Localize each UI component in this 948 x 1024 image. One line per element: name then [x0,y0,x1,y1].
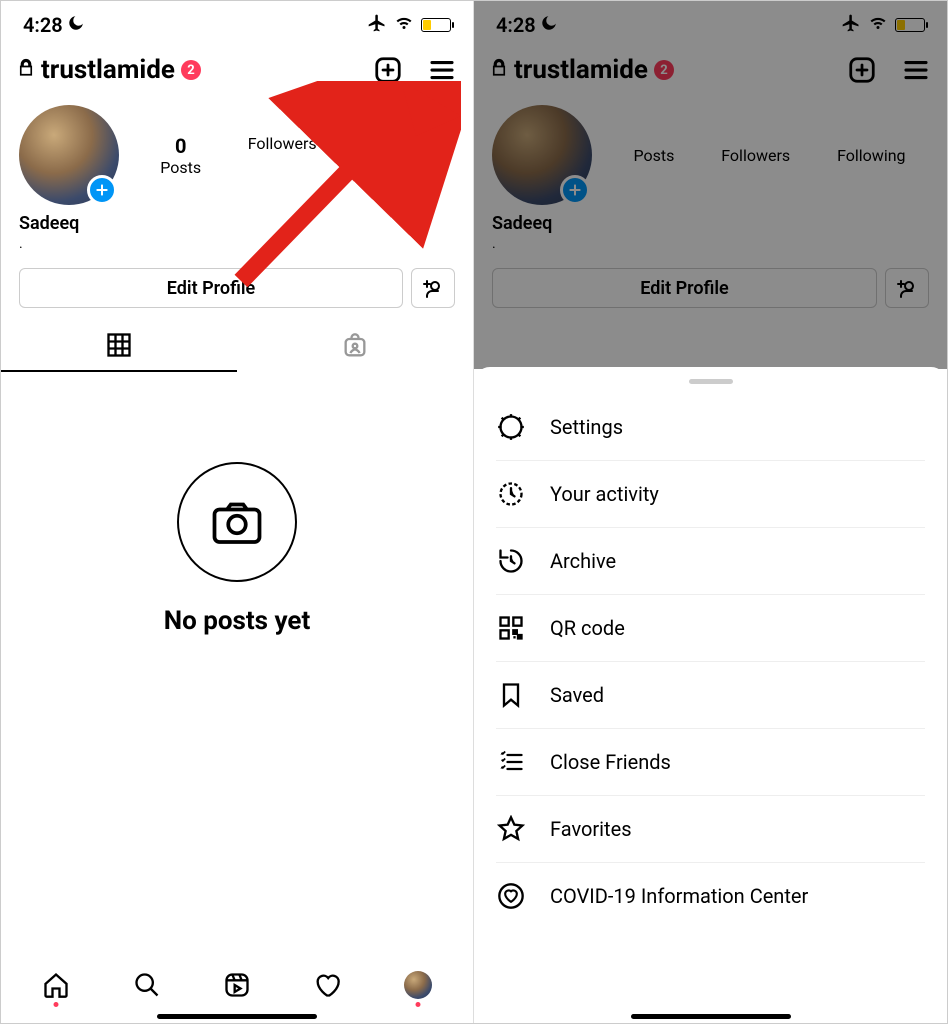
menu-qrcode[interactable]: QR code [496,595,925,662]
nav-search[interactable] [133,971,161,999]
no-posts-label: No posts yet [164,606,311,636]
tab-grid[interactable] [1,320,237,372]
display-name: Sadeeq [474,209,947,236]
status-bar: 4:28 [1,1,473,45]
nav-activity[interactable] [313,971,341,999]
home-indicator [631,1014,791,1019]
bio: . [474,236,947,264]
menu-label: Close Friends [550,750,671,774]
status-time: 4:28 [23,13,63,37]
bio: . [1,236,473,264]
moon-icon [67,13,85,37]
create-button[interactable] [373,55,403,85]
profile-header: trustlamide 2 [1,45,473,95]
empty-posts: No posts yet [1,372,473,636]
menu-favorites[interactable]: Favorites [496,796,925,863]
menu-label: Archive [550,549,616,573]
add-story-button[interactable] [87,175,117,205]
nav-reels[interactable] [223,971,251,999]
edit-profile-button[interactable]: Edit Profile [492,268,877,308]
menu-saved[interactable]: Saved [496,662,925,729]
menu-label: COVID-19 Information Center [550,884,808,908]
stat-followers[interactable]: Followers [721,146,790,165]
notification-badge: 2 [654,60,674,80]
stat-posts[interactable]: 0 Posts [160,134,201,177]
airplane-icon [841,13,861,38]
battery-icon [421,18,451,32]
menu-activity[interactable]: Your activity [496,461,925,528]
nav-profile[interactable] [404,971,432,999]
menu-settings[interactable]: Settings [496,394,925,461]
profile-tabs [1,320,473,372]
menu-button[interactable] [427,55,457,85]
lock-icon [490,58,508,82]
stat-followers[interactable]: Followers [248,134,317,177]
add-story-button[interactable] [560,175,590,205]
menu-button[interactable] [901,55,931,85]
star-icon [496,814,526,844]
menu-label: Your activity [550,482,659,506]
discover-people-button[interactable] [411,268,455,308]
camera-circle-icon [177,462,297,582]
bookmark-icon [496,680,526,710]
battery-icon [895,18,925,32]
discover-people-button[interactable] [885,268,929,308]
nav-home[interactable] [42,971,70,999]
stat-following[interactable]: Following [837,146,905,165]
menu-label: Settings [550,415,623,439]
create-button[interactable] [847,55,877,85]
profile-screen: 4:28 trustlamide 2 [1,1,474,1023]
menu-label: Favorites [550,817,632,841]
gear-icon [496,412,526,442]
edit-profile-button[interactable]: Edit Profile [19,268,403,308]
menu-archive[interactable]: Archive [496,528,925,595]
wifi-icon [867,13,889,37]
menu-covid[interactable]: COVID-19 Information Center [496,863,925,929]
status-bar: 4:28 [474,1,947,45]
username[interactable]: trustlamide [41,55,175,85]
stat-following[interactable]: Following [363,134,431,177]
archive-icon [496,546,526,576]
lock-icon [17,58,35,82]
home-indicator [157,1014,317,1019]
menu-label: Saved [550,683,604,707]
avatar-icon [404,971,432,999]
menu-sheet: Settings Your activity Archive QR code [474,367,947,1023]
tab-tagged[interactable] [237,320,473,372]
notification-badge: 2 [181,60,201,80]
heart-shield-icon [496,881,526,911]
profile-stats-row: 0 Posts Followers Following [1,95,473,209]
display-name: Sadeeq [1,209,473,236]
list-icon [496,747,526,777]
wifi-icon [393,13,415,37]
status-time: 4:28 [496,13,536,37]
airplane-icon [367,13,387,38]
profile-screen-dimmed: 4:28 trustlamide 2 [474,1,947,1023]
profile-header: trustlamide 2 [474,45,947,95]
username[interactable]: trustlamide [514,55,648,85]
stat-posts[interactable]: Posts [633,146,674,165]
qrcode-icon [496,613,526,643]
activity-icon [496,479,526,509]
moon-icon [540,13,558,37]
bottom-nav [1,971,473,1005]
menu-label: QR code [550,616,625,640]
sheet-grabber[interactable] [689,379,733,384]
menu-close-friends[interactable]: Close Friends [496,729,925,796]
